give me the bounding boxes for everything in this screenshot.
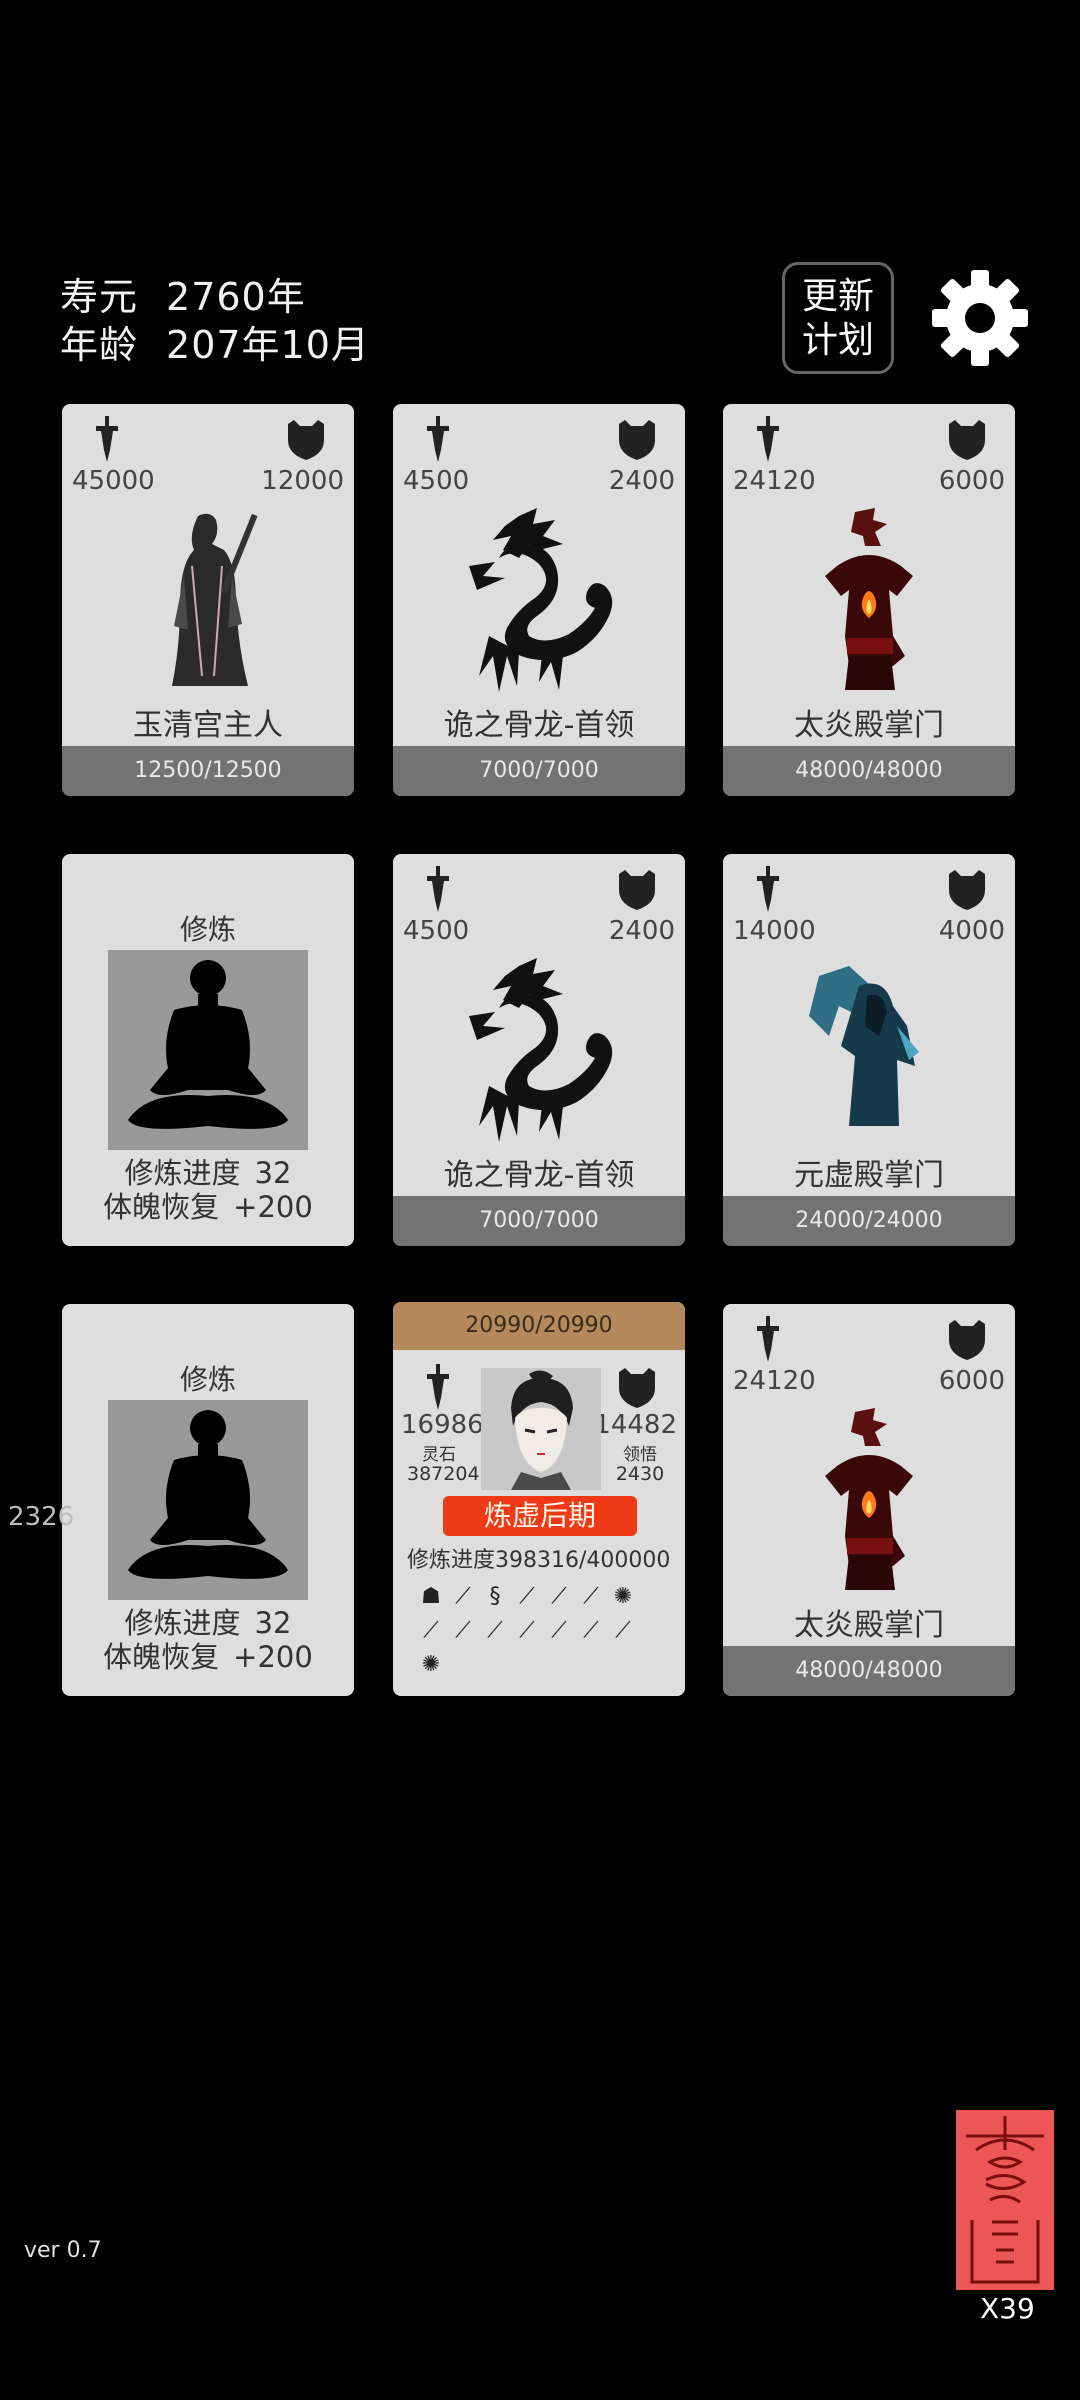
floating-number: 2326 [8,1502,75,1532]
orb-icon[interactable]: ✺ [609,1582,637,1612]
training-card[interactable]: 修炼 修炼进度 32 体魄恢复 +200 [62,1304,354,1696]
player-defense: 14482 [594,1410,677,1440]
update-plan-button[interactable]: 更新 计划 [782,262,894,374]
sword-icon[interactable]: ⟋ [545,1582,573,1612]
defense-value: 4000 [938,916,1005,946]
training-recover: 体魄恢复 +200 [103,1190,313,1224]
hp-bar: 24000/24000 [723,1196,1015,1246]
defense-value: 12000 [261,466,344,496]
enemy-card[interactable]: 24120 6000 太炎殿掌门 48000/48000 [723,1304,1015,1696]
bone-dragon-icon [459,506,619,694]
attack-value: 45000 [72,466,155,496]
attack-value: 4500 [403,466,470,496]
sword-icon [751,1316,785,1362]
defense-value: 6000 [938,1366,1005,1396]
shield-icon [945,868,989,910]
sword-icon [751,866,785,912]
void-master-icon [789,956,949,1144]
update-plan-line2: 计划 [801,320,874,361]
shield-icon [615,868,659,910]
training-title: 修炼 [179,1363,236,1396]
sword-icon[interactable]: ⟋ [513,1582,541,1612]
flame-master-icon [789,506,949,694]
enemy-name: 玉清宫主人 [133,708,283,743]
enemy-card[interactable]: 45000 12000 玉清宫主人 12500/12500 [62,404,354,796]
gear-icon[interactable] [930,268,1030,368]
training-image [108,1400,308,1600]
training-recover: 体魄恢复 +200 [103,1640,313,1674]
meditation-icon [108,1400,308,1600]
age-row: 年龄 207年10月 [60,314,370,369]
sword-icon[interactable]: ⟋ [417,1616,445,1646]
enemy-card[interactable]: 24120 6000 太炎殿掌门 48000/48000 [723,404,1015,796]
hp-bar: 7000/7000 [393,746,685,796]
spirit-stone: 灵石 387204 [407,1445,480,1485]
hp-bar: 12500/12500 [62,746,354,796]
update-plan-line1: 更新 [801,276,874,317]
enemy-name: 太炎殿掌门 [794,708,944,743]
equipment-list: ☗ ⟋ § ⟋ ⟋ ⟋ ✺ ⟋ ⟋ ⟋ ⟋ ⟋ ⟋ ⟋ ✺ [417,1582,667,1684]
talisman-count: X39 [980,2292,1035,2325]
sword-icon [421,866,455,912]
hp-bar: 48000/48000 [723,746,1015,796]
hp-bar: 7000/7000 [393,1196,685,1246]
training-card[interactable]: 修炼 修炼进度 32 体魄恢复 +200 [62,854,354,1246]
sword-master-icon [128,506,288,694]
lifespan-label: 寿元 [60,275,139,319]
enemy-card[interactable]: 4500 2400 诡之骨龙-首领 7000/7000 [393,854,685,1246]
attack-value: 24120 [733,466,816,496]
defense-value: 6000 [938,466,1005,496]
age-label: 年龄 [60,323,139,367]
flame-master-icon [789,1406,949,1594]
bone-dragon-icon [459,956,619,1144]
shield-icon [615,418,659,460]
shield-icon [284,418,328,460]
age-value: 207年10月 [166,323,370,367]
enemy-name: 元虚殿掌门 [794,1158,944,1193]
sword-icon[interactable]: ⟋ [577,1616,605,1646]
enemy-card[interactable]: 4500 2400 诡之骨龙-首领 7000/7000 [393,404,685,796]
sword-icon [421,416,455,462]
sword-icon[interactable]: ⟋ [545,1616,573,1646]
defense-value: 2400 [608,916,675,946]
talisman-icon[interactable] [956,2110,1054,2290]
training-image [108,950,308,1150]
sword-icon[interactable]: ⟋ [577,1582,605,1612]
lifespan-row: 寿元 2760年 [60,266,306,321]
orb-icon[interactable]: ✺ [417,1650,445,1680]
hp-bar: 48000/48000 [723,1646,1015,1696]
sword-icon[interactable]: ⟋ [449,1616,477,1646]
attack-value: 14000 [733,916,816,946]
player-hp-bar: 20990/20990 [393,1302,685,1350]
shield-icon [945,1318,989,1360]
insight: 领悟 2430 [615,1445,665,1485]
enemy-card[interactable]: 14000 4000 元虚殿掌门 24000/24000 [723,854,1015,1246]
lifespan-value: 2760年 [166,275,306,319]
attack-value: 4500 [403,916,470,946]
sword-icon [90,416,124,462]
player-progress: 修炼进度398316/400000 [407,1548,671,1573]
defense-value: 2400 [608,466,675,496]
shield-icon [615,1366,659,1408]
training-title: 修炼 [179,913,236,946]
sword-icon[interactable]: ⟋ [513,1616,541,1646]
attack-value: 24120 [733,1366,816,1396]
sword-icon [751,416,785,462]
realm-badge: 炼虚后期 [443,1496,637,1536]
enemy-name: 太炎殿掌门 [794,1608,944,1643]
scroll-icon[interactable]: § [481,1582,509,1612]
shield-icon [945,418,989,460]
sword-icon [421,1364,455,1410]
player-card[interactable]: 20990/20990 16986 14482 灵石 387204 领悟 2430 … [393,1302,685,1696]
sword-icon[interactable]: ⟋ [481,1616,509,1646]
sword-icon[interactable]: ⟋ [449,1582,477,1612]
enemy-name: 诡之骨龙-首领 [443,708,635,743]
version-label: ver 0.7 [24,2238,102,2263]
meditation-icon [108,950,308,1150]
avatar [481,1368,601,1490]
sword-icon[interactable]: ⟋ [609,1616,637,1646]
player-attack: 16986 [401,1410,484,1440]
mask-icon[interactable]: ☗ [417,1582,445,1612]
enemy-name: 诡之骨龙-首领 [443,1158,635,1193]
